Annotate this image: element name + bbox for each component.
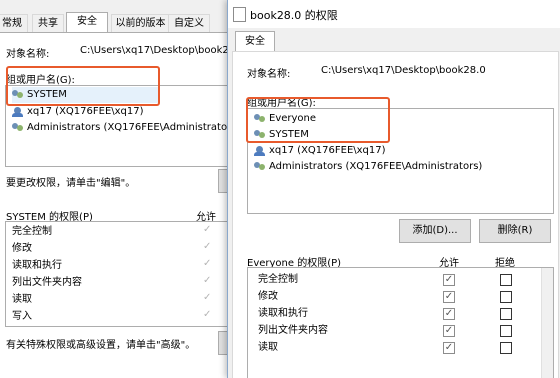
user-name: Administrators (XQ176FEE\Administrators) (269, 161, 483, 172)
list-item[interactable]: xq17 (XQ176FEE\xq17) (254, 143, 386, 159)
check-mark: ✓ (203, 292, 212, 303)
allow-checkbox[interactable]: ✓ (443, 325, 455, 337)
advanced-hint: 有关特殊权限或高级设置，请单击"高级"。 (6, 340, 196, 351)
perm-row: 读取和执行 (258, 306, 308, 322)
tab-general[interactable]: 常规 (0, 14, 28, 33)
check-mark: ✓ (203, 258, 212, 269)
perm-name: 读取和执行 (12, 260, 62, 271)
permissions-dialog: book28.0 的权限 安全 对象名称: C:\Users\xq17\Desk… (227, 0, 560, 378)
perm-row: 写入 (12, 309, 32, 325)
perm-row: 修改 (258, 289, 278, 305)
user-icon (12, 106, 24, 117)
perm-name: 列出文件夹内容 (258, 325, 328, 336)
user-name: xq17 (XQ176FEE\xq17) (269, 145, 386, 156)
perm-row: 列出文件夹内容 (12, 275, 82, 291)
dialog-title: book28.0 的权限 (250, 9, 338, 22)
perm-row: 读取 (12, 292, 32, 308)
user-icon (254, 145, 266, 156)
object-name-value: C:\Users\xq17\Desktop\book28.0 (321, 65, 486, 76)
user-name: Administrators (XQ176FEE\Administrators) (27, 122, 232, 133)
perm-name: 修改 (258, 291, 278, 302)
perm-row: 读取和执行 (12, 258, 62, 274)
deny-checkbox[interactable] (500, 274, 512, 286)
list-item[interactable]: xq17 (XQ176FEE\xq17) (12, 104, 144, 120)
remove-button[interactable]: 删除(R) (479, 219, 551, 243)
perm-row: 完全控制 (258, 272, 298, 288)
red-highlight-box (246, 97, 390, 143)
perm-name: 写入 (12, 311, 32, 322)
allow-checkbox[interactable]: ✓ (443, 274, 455, 286)
tab-sharing[interactable]: 共享 (32, 14, 64, 33)
object-name-value: C:\Users\xq17\Desktop\book28.0 (80, 45, 232, 56)
perm-row: 修改 (12, 241, 32, 257)
document-icon (233, 7, 246, 22)
deny-checkbox[interactable] (500, 342, 512, 354)
add-button[interactable]: 添加(D)... (399, 219, 471, 243)
user-group-icon (254, 161, 266, 172)
user-name: xq17 (XQ176FEE\xq17) (27, 106, 144, 117)
check-mark: ✓ (203, 224, 212, 235)
allow-checkbox[interactable]: ✓ (443, 291, 455, 303)
perm-name: 修改 (12, 243, 32, 254)
perm-row: 完全控制 (12, 224, 52, 240)
permission-list: 完全控制 ✓ 修改 ✓ 读取和执行 ✓ 列出文件夹内容 ✓ 读取 ✓ (247, 267, 554, 378)
object-name-label: 对象名称: (6, 49, 50, 60)
file-properties-window: 常规 共享 安全 以前的版本 自定义 对象名称: C:\Users\xq17\D… (0, 0, 232, 378)
check-mark: ✓ (203, 241, 212, 252)
deny-checkbox[interactable] (500, 291, 512, 303)
scrollbar[interactable] (541, 268, 553, 378)
tab-customize[interactable]: 自定义 (168, 14, 210, 33)
allow-checkbox[interactable]: ✓ (443, 308, 455, 320)
list-item[interactable]: Administrators (XQ176FEE\Administrators) (12, 120, 232, 136)
perm-name: 列出文件夹内容 (12, 277, 82, 288)
perm-name: 读取 (12, 294, 32, 305)
perm-name: 完全控制 (12, 226, 52, 237)
tab-previous-versions[interactable]: 以前的版本 (111, 14, 170, 33)
deny-checkbox[interactable] (500, 325, 512, 337)
tab-security[interactable]: 安全 (235, 31, 275, 52)
deny-checkbox[interactable] (500, 308, 512, 320)
perm-name: 读取和执行 (258, 308, 308, 319)
perm-name: 完全控制 (258, 274, 298, 285)
permission-list: 完全控制 ✓ 修改 ✓ 读取和执行 ✓ 列出文件夹内容 ✓ 读取 ✓ 写入 ✓ (5, 221, 229, 327)
perm-row: 读取 (258, 340, 278, 356)
perm-name: 读取 (258, 342, 278, 353)
perm-row: 列出文件夹内容 (258, 323, 328, 339)
allow-checkbox[interactable]: ✓ (443, 342, 455, 354)
check-mark: ✓ (203, 309, 212, 320)
list-item[interactable]: Administrators (XQ176FEE\Administrators) (254, 159, 482, 175)
change-hint: 要更改权限，请单击"编辑"。 (6, 178, 136, 189)
check-mark: ✓ (203, 275, 212, 286)
tab-security[interactable]: 安全 (66, 12, 108, 34)
red-highlight-box (6, 66, 160, 106)
object-name-label: 对象名称: (247, 69, 291, 80)
title-bar: book28.0 的权限 (228, 0, 560, 28)
user-group-icon (12, 122, 24, 133)
